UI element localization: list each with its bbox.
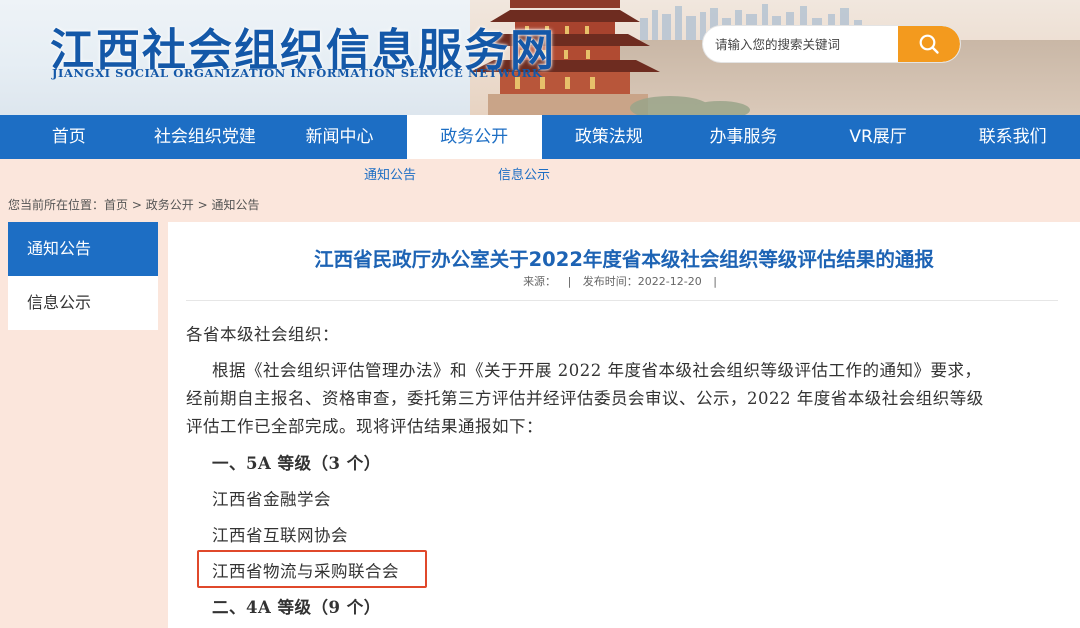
sub-nav: 通知公告 信息公示 — [0, 159, 1080, 187]
nav-item-home[interactable]: 首页 — [0, 115, 138, 159]
article-publish-date: 发布时间：2022-12-20 — [582, 275, 702, 288]
nav-item-services[interactable]: 办事服务 — [676, 115, 811, 159]
nav-item-party-building[interactable]: 社会组织党建 — [138, 115, 273, 159]
article-meta: 来源： | 发布时间：2022-12-20 | — [168, 273, 1080, 289]
breadcrumb-prefix: 您当前所在位置： — [8, 198, 105, 212]
article-source: 来源： — [523, 275, 557, 288]
nav-item-vr-hall[interactable]: VR展厅 — [811, 115, 946, 159]
breadcrumb-notices[interactable]: 通知公告 — [211, 198, 259, 212]
sidebar: 通知公告 信息公示 — [8, 222, 158, 330]
nav-item-news-center[interactable]: 新闻中心 — [272, 115, 407, 159]
search-button[interactable] — [898, 26, 960, 62]
title-divider — [186, 300, 1058, 301]
nav-item-government-affairs[interactable]: 政务公开 — [406, 115, 542, 159]
subnav-item-info-disclosure[interactable]: 信息公示 — [498, 164, 550, 183]
breadcrumb-home[interactable]: 首页 — [104, 198, 128, 212]
meta-separator: | — [567, 275, 572, 288]
sidebar-item-notices[interactable]: 通知公告 — [8, 222, 158, 276]
search-input[interactable] — [703, 26, 898, 62]
search-icon — [919, 34, 939, 54]
article-paragraph-line: 经前期自主报名、资格审查，委托第三方评估并经评估委员会审议、公示，2022 年度… — [186, 389, 984, 408]
nav-item-contact[interactable]: 联系我们 — [945, 115, 1080, 159]
breadcrumb-separator: > — [131, 198, 142, 212]
breadcrumb-government-affairs[interactable]: 政务公开 — [146, 198, 194, 212]
header-banner: 江西社会组织信息服务网 JIANGXI SOCIAL ORGANIZATION … — [0, 0, 1080, 115]
article-salutation: 各省本级社会组织： — [186, 325, 339, 344]
search-bar — [703, 26, 960, 62]
section-heading-5a: 一、5A 等级（3 个） — [212, 454, 381, 473]
nav-item-policies[interactable]: 政策法规 — [542, 115, 677, 159]
highlight-annotation-box — [197, 550, 427, 588]
section-heading-4a: 二、4A 等级（9 个） — [212, 598, 381, 617]
breadcrumb: 您当前所在位置：首页 > 政务公开 > 通知公告 — [8, 196, 260, 213]
subnav-item-notices[interactable]: 通知公告 — [364, 164, 416, 183]
list-item: 江西省互联网协会 — [212, 526, 348, 545]
sidebar-item-info-disclosure[interactable]: 信息公示 — [8, 276, 158, 330]
article-paragraph-line: 根据《社会组织评估管理办法》和《关于开展 2022 年度省本级社会组织等级评估工… — [212, 361, 982, 380]
article-panel: 江西省民政厅办公室关于2022年度省本级社会组织等级评估结果的通报 来源： | … — [168, 222, 1080, 628]
breadcrumb-separator: > — [197, 198, 208, 212]
article-paragraph-line: 评估工作已全部完成。现将评估结果通报如下： — [186, 417, 543, 436]
meta-separator: | — [713, 275, 717, 288]
main-nav: 首页 社会组织党建 新闻中心 政务公开 政策法规 办事服务 VR展厅 联系我们 — [0, 115, 1080, 159]
site-subtitle: JIANGXI SOCIAL ORGANIZATION INFORMATION … — [52, 66, 543, 80]
list-item: 江西省金融学会 — [212, 490, 331, 509]
article-title: 江西省民政厅办公室关于2022年度省本级社会组织等级评估结果的通报 — [314, 248, 934, 271]
